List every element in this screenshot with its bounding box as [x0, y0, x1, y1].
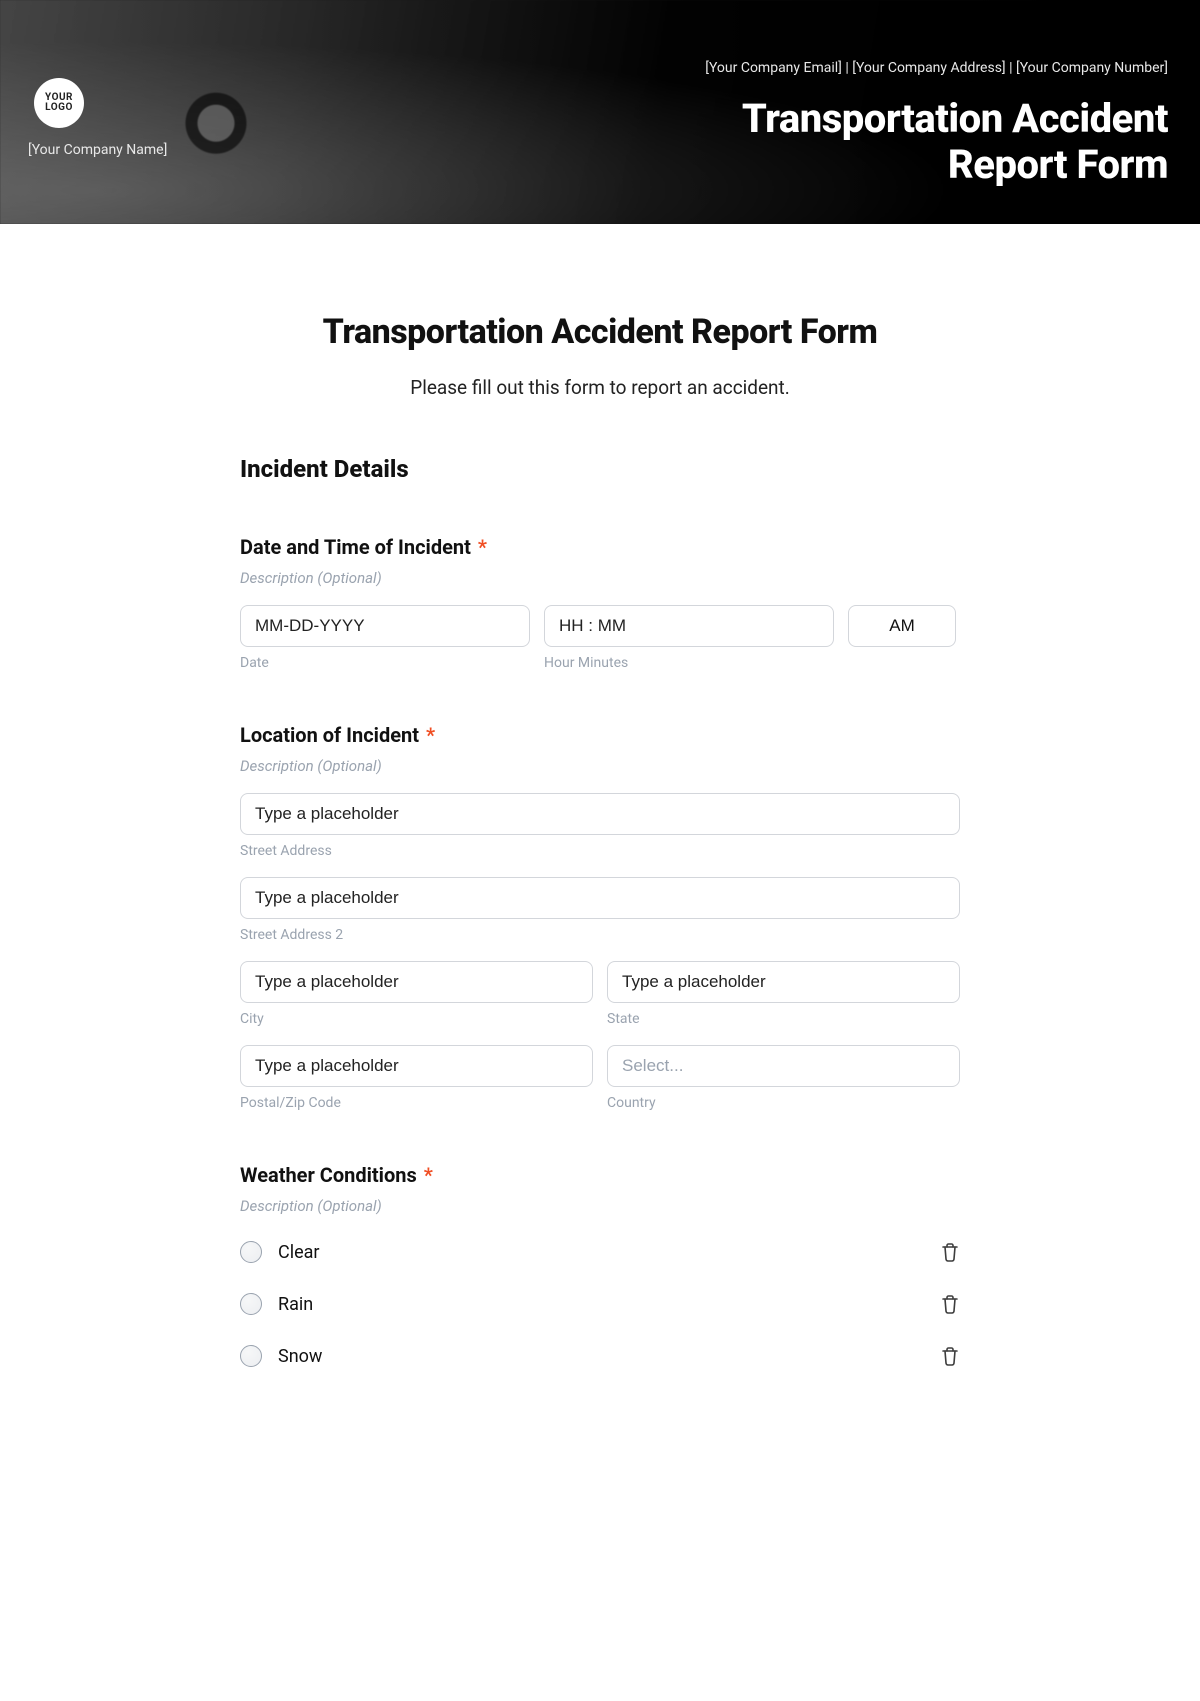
label-datetime-text: Date and Time of Incident [240, 535, 471, 559]
weather-options: Clear Rain Snow [240, 1229, 960, 1379]
time-input[interactable] [544, 605, 834, 647]
street1-input[interactable] [240, 793, 960, 835]
trash-icon[interactable] [940, 1241, 960, 1263]
radio-icon[interactable] [240, 1293, 262, 1315]
company-name: [Your Company Name] [28, 142, 167, 158]
radio-label: Rain [278, 1294, 313, 1315]
logo-text-2: LOGO [45, 103, 73, 114]
sublabel-city: City [240, 1011, 593, 1027]
ampm-input[interactable] [848, 605, 956, 647]
field-weather: Weather Conditions * Description (Option… [240, 1163, 960, 1379]
logo-badge: YOUR LOGO [34, 78, 84, 128]
hero-meta: [Your Company Email] | [Your Company Add… [705, 60, 1168, 76]
trash-icon[interactable] [940, 1293, 960, 1315]
sublabel-time: Hour Minutes [544, 655, 834, 671]
desc-location: Description (Optional) [240, 757, 960, 775]
trash-icon[interactable] [940, 1345, 960, 1367]
hero-title-line1: Transportation Accident [742, 95, 1168, 142]
form-page: Transportation Accident Report Form Plea… [240, 224, 960, 1419]
required-asterisk: * [424, 1163, 433, 1187]
radio-label: Clear [278, 1242, 320, 1263]
radio-icon[interactable] [240, 1345, 262, 1367]
sublabel-state: State [607, 1011, 960, 1027]
desc-datetime: Description (Optional) [240, 569, 960, 587]
weather-option-row: Rain [240, 1281, 960, 1327]
label-datetime: Date and Time of Incident * [240, 535, 960, 559]
field-datetime: Date and Time of Incident * Description … [240, 535, 960, 671]
sublabel-street1: Street Address [240, 843, 960, 859]
radio-label: Snow [278, 1346, 322, 1367]
label-location: Location of Incident * [240, 723, 960, 747]
desc-weather: Description (Optional) [240, 1197, 960, 1215]
sublabel-country: Country [607, 1095, 960, 1111]
state-input[interactable] [607, 961, 960, 1003]
date-input[interactable] [240, 605, 530, 647]
hero-banner: YOUR LOGO [Your Company Name] [Your Comp… [0, 0, 1200, 224]
sublabel-postal: Postal/Zip Code [240, 1095, 593, 1111]
radio-icon[interactable] [240, 1241, 262, 1263]
section-incident-details: Incident Details [240, 455, 960, 483]
required-asterisk: * [478, 535, 487, 559]
weather-option-row: Clear [240, 1229, 960, 1275]
street2-input[interactable] [240, 877, 960, 919]
required-asterisk: * [426, 723, 435, 747]
hero-title-line2: Report Form [948, 141, 1168, 188]
hero-title: Transportation Accident Report Form [742, 96, 1168, 188]
form-subtitle: Please fill out this form to report an a… [240, 376, 960, 399]
field-location: Location of Incident * Description (Opti… [240, 723, 960, 1111]
postal-input[interactable] [240, 1045, 593, 1087]
label-location-text: Location of Incident [240, 723, 419, 747]
city-input[interactable] [240, 961, 593, 1003]
sublabel-street2: Street Address 2 [240, 927, 960, 943]
weather-option-row: Snow [240, 1333, 960, 1379]
country-select[interactable] [607, 1045, 960, 1087]
label-weather-text: Weather Conditions [240, 1163, 417, 1187]
sublabel-date: Date [240, 655, 530, 671]
label-weather: Weather Conditions * [240, 1163, 960, 1187]
form-title: Transportation Accident Report Form [240, 312, 960, 352]
